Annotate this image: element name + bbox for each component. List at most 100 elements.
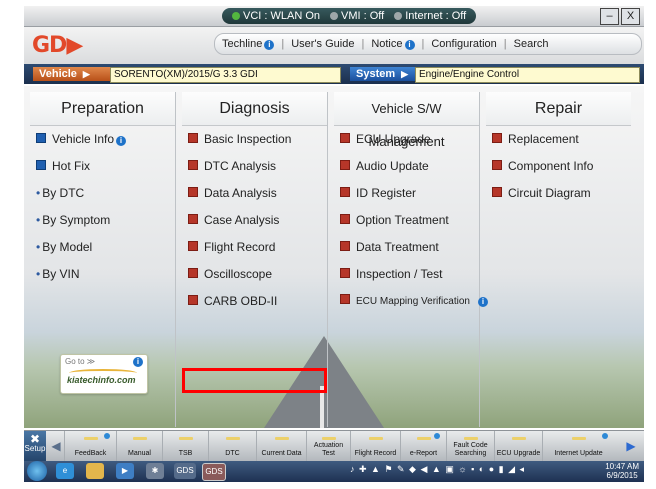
- menu-circuit-diagram[interactable]: Circuit Diagram: [486, 180, 631, 207]
- menu-option-treatment[interactable]: Option Treatment: [334, 207, 479, 234]
- menu-by-dtc[interactable]: • By DTC: [30, 180, 175, 207]
- close-button[interactable]: X: [621, 8, 640, 25]
- column-title: Diagnosis: [182, 92, 327, 126]
- nav-configuration[interactable]: Configuration: [424, 38, 503, 50]
- menu-ecu-mapping-verification[interactable]: ECU Mapping Verification i: [334, 288, 488, 315]
- square-bullet-icon: [340, 214, 350, 224]
- square-bullet-icon: [36, 133, 46, 143]
- square-bullet-icon: [340, 187, 350, 197]
- square-bullet-icon: [188, 187, 198, 197]
- gds-window: VCI : WLAN On VMI : Off Internet : Off –…: [24, 6, 644, 482]
- media-player-icon[interactable]: ▶: [116, 463, 134, 479]
- menu-id-register[interactable]: ID Register: [334, 180, 479, 207]
- vehicle-button[interactable]: Vehicle ▶: [33, 67, 113, 81]
- menu-by-model[interactable]: • By Model: [30, 234, 175, 261]
- bottom-toolbar: ✖ Setup ◀ FeedBack Manual TSB DTC Current…: [24, 430, 644, 461]
- toolbar-dtc[interactable]: DTC: [208, 431, 256, 461]
- info-icon: [104, 433, 110, 439]
- system-tray-icons: ♪ ✚ ▲ ⚑ ✎ ◆ ◀ ▲ ▣ ☼ ▪ ◐ ● ▮ ◢ ◂: [350, 464, 526, 474]
- arrow-right-icon: ▶: [82, 69, 90, 79]
- square-bullet-icon: [340, 268, 350, 278]
- system-button[interactable]: System ▶: [350, 67, 416, 81]
- header: GD▶ Techline i | User's Guide | Notice i |…: [24, 27, 644, 67]
- nav-techline[interactable]: Techline i: [215, 38, 281, 50]
- toolbar-flight-record[interactable]: Flight Record: [350, 431, 400, 461]
- gds-logo: GD▶: [32, 33, 83, 58]
- menu-oscilloscope[interactable]: Oscilloscope: [182, 261, 327, 288]
- toolbar-internet-update[interactable]: Internet Update: [542, 431, 614, 461]
- nav-notice[interactable]: Notice i: [364, 38, 421, 50]
- menu-data-treatment[interactable]: Data Treatment: [334, 234, 479, 261]
- toolbar-actuation-test[interactable]: Actuation Test: [306, 431, 350, 461]
- kiatechinfo-link[interactable]: Go to ≫ i kiatechinfo.com: [60, 354, 148, 394]
- menu-basic-inspection[interactable]: Basic Inspection: [182, 126, 327, 153]
- column-vehicle-sw-management: Vehicle S/W Management ECU Upgrade Audio…: [334, 92, 488, 427]
- toolbar-current-data[interactable]: Current Data: [256, 431, 306, 461]
- folder-icon[interactable]: [86, 463, 104, 479]
- vci-status: VCI : WLAN On: [232, 8, 320, 24]
- menu-audio-update[interactable]: Audio Update: [334, 153, 479, 180]
- clock: 10:47 AM 6/9/2015: [605, 462, 639, 480]
- nav-users-guide[interactable]: User's Guide: [284, 38, 361, 50]
- toolbar-e-report[interactable]: e-Report: [400, 431, 446, 461]
- menu-carb-obd-ii[interactable]: CARB OBD-II: [182, 288, 327, 315]
- square-bullet-icon: [188, 241, 198, 251]
- nav-search[interactable]: Search: [507, 38, 556, 50]
- toolbar-fault-code-searching[interactable]: Fault Code Searching: [446, 431, 494, 461]
- menu-flight-record[interactable]: Flight Record: [182, 234, 327, 261]
- menu-dtc-analysis[interactable]: DTC Analysis: [182, 153, 327, 180]
- arrow-right-icon: ▶: [401, 69, 409, 79]
- toolbar-manual[interactable]: Manual: [116, 431, 162, 461]
- square-bullet-icon: [340, 160, 350, 170]
- network-icon[interactable]: ✱: [146, 463, 164, 479]
- tools-icon: ✖: [29, 432, 41, 446]
- info-icon: i: [264, 40, 275, 50]
- square-bullet-icon: [36, 160, 46, 170]
- toolbar-prev-arrow-icon[interactable]: ◀: [49, 434, 63, 458]
- status-bar: VCI : WLAN On VMI : Off Internet : Off –…: [24, 6, 644, 27]
- info-icon: i: [133, 357, 143, 367]
- setup-button[interactable]: ✖ Setup: [24, 431, 46, 461]
- system-value: Engine/Engine Control: [415, 67, 640, 83]
- info-icon: [602, 433, 608, 439]
- internet-dot-icon: [394, 12, 403, 20]
- site-label: kiatechinfo.com: [67, 375, 136, 385]
- menu-inspection-test[interactable]: Inspection / Test: [334, 261, 479, 288]
- square-bullet-icon: [188, 160, 198, 170]
- menu-case-analysis[interactable]: Case Analysis: [182, 207, 327, 234]
- toolbar-next-arrow-icon[interactable]: ▶: [624, 434, 638, 458]
- info-icon: i: [116, 136, 127, 146]
- internet-explorer-icon[interactable]: e: [56, 463, 74, 479]
- main-menu: Preparation Vehicle Info i Hot Fix • By DT…: [24, 86, 644, 428]
- menu-by-symptom[interactable]: • By Symptom: [30, 207, 175, 234]
- vci-dot-icon: [232, 12, 240, 20]
- vmi-status: VMI : Off: [330, 8, 384, 24]
- menu-component-info[interactable]: Component Info: [486, 153, 631, 180]
- gds-task-1[interactable]: GDS: [174, 463, 196, 479]
- windows-taskbar: e ▶ ✱ GDS GDS ♪ ✚ ▲ ⚑ ✎ ◆ ◀ ▲ ▣ ☼ ▪ ◐ ● …: [24, 461, 644, 482]
- vmi-dot-icon: [330, 12, 339, 20]
- vehicle-bar: Vehicle ▶ SORENTO(XM)/2015/G 3.3 GDI Syst…: [24, 64, 644, 84]
- connection-status: VCI : WLAN On VMI : Off Internet : Off: [222, 8, 477, 24]
- carb-obd-ii-highlight: [182, 368, 327, 393]
- gds-task-2[interactable]: GDS: [202, 463, 226, 481]
- menu-hot-fix[interactable]: Hot Fix: [30, 153, 175, 180]
- internet-status: Internet : Off: [394, 8, 466, 24]
- toolbar-ecu-upgrade[interactable]: ECU Upgrade: [494, 431, 542, 461]
- toolbar-feedback[interactable]: FeedBack: [64, 431, 116, 461]
- square-bullet-icon: [188, 214, 198, 224]
- square-bullet-icon: [492, 133, 502, 143]
- square-bullet-icon: [492, 160, 502, 170]
- vehicle-value: SORENTO(XM)/2015/G 3.3 GDI: [110, 67, 341, 83]
- menu-by-vin[interactable]: • By VIN: [30, 261, 175, 288]
- start-button-icon[interactable]: [27, 461, 47, 481]
- menu-data-analysis[interactable]: Data Analysis: [182, 180, 327, 207]
- menu-vehicle-info[interactable]: Vehicle Info i: [30, 126, 175, 153]
- toolbar-tsb[interactable]: TSB: [162, 431, 208, 461]
- column-title: Repair: [486, 92, 631, 126]
- column-repair: Repair Replacement Component Info Circui…: [486, 92, 631, 427]
- menu-ecu-upgrade[interactable]: ECU Upgrade: [334, 126, 479, 153]
- minimize-button[interactable]: –: [600, 8, 619, 25]
- menu-replacement[interactable]: Replacement: [486, 126, 631, 153]
- top-nav: Techline i | User's Guide | Notice i | Con…: [214, 33, 642, 55]
